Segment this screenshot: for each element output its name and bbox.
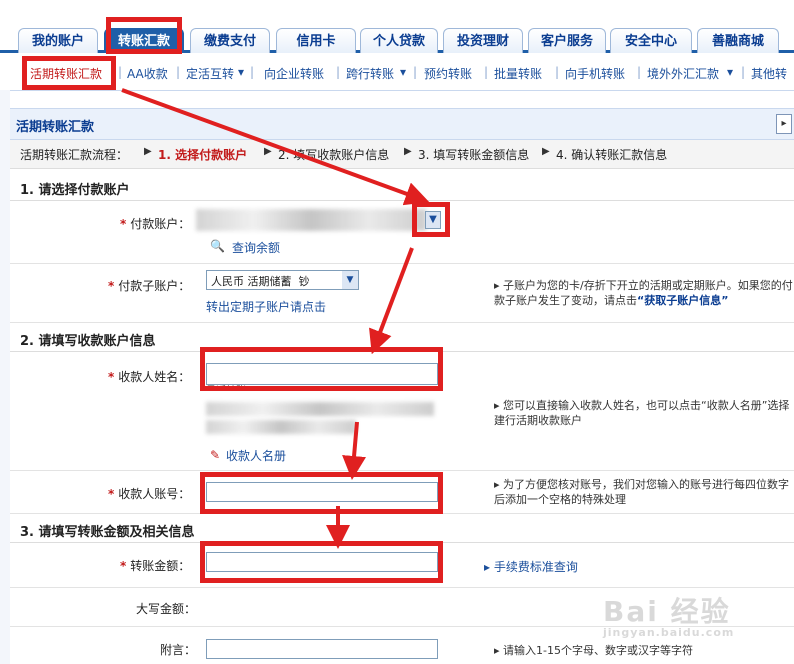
subnav-to-mobile[interactable]: 向手机转账: [565, 65, 625, 82]
section-pay-account: 1. 请选择付款账户: [10, 172, 794, 201]
hint-arrow-icon: ▸: [494, 399, 504, 412]
memo-input[interactable]: [206, 639, 438, 659]
flow-steps: 活期转账汇款流程： ▶ 1. 选择付款账户 ▶ 2. 填写收款账户信息 ▶ 3.…: [10, 140, 794, 169]
payee-hint: ▸ 您可以直接输入收款人姓名，也可以点击“收款人名册”选择建行活期收款账户: [494, 399, 790, 427]
account-hint: ▸ 为了方便您核对账号，我们对您输入的账号进行每四位数字后添加一个空格的特殊处理: [494, 478, 790, 506]
subnav-separator: |: [250, 65, 255, 79]
query-balance-link[interactable]: 查询余额: [232, 239, 280, 256]
watermark-sub: jingyan.baidu.com: [603, 626, 735, 639]
dropdown-caret-icon: ▾: [400, 65, 407, 79]
memo-hint: ▸ 请输入1-15个字母、数字或汉字等字符: [494, 644, 693, 657]
search-icon: 🔍: [210, 239, 225, 253]
memo-label: 附言：: [160, 643, 197, 657]
tab-security-center[interactable]: 安全中心: [610, 28, 692, 53]
section-heading: 3. 请填写转账金额及相关信息: [20, 525, 195, 540]
subnav-separator: |: [413, 65, 418, 79]
tab-personal-loan[interactable]: 个人贷款: [360, 28, 438, 53]
chevron-down-icon: ▼: [342, 271, 358, 289]
annotation-box-tab: [106, 17, 182, 54]
collapse-icon[interactable]: ▸: [776, 114, 792, 134]
subnav-separator: |: [118, 65, 123, 79]
subnav-separator: |: [336, 65, 341, 79]
subnav-interbank[interactable]: 跨行转账: [346, 65, 394, 82]
flow-arrow-icon: ▶: [144, 146, 152, 157]
dropdown-caret-icon: ▾: [727, 65, 734, 79]
subnav-aa-collect[interactable]: AA收款: [127, 65, 168, 82]
sub-account-hint: ▸ 子账户为您的卡/存折下开立的活期或定期账户。如果您的付款子账户发生了变动，请…: [494, 279, 793, 307]
tab-mall[interactable]: 善融商城: [697, 28, 779, 53]
subnav-batch[interactable]: 批量转账: [494, 65, 542, 82]
hint-arrow-icon: ▸: [484, 560, 494, 574]
annotation-box-payee-name: [200, 347, 443, 391]
page-title-bar: 活期转账汇款 ▸: [10, 108, 794, 140]
tab-customer-service[interactable]: 客户服务: [528, 28, 606, 53]
sub-account-value: 人民币 活期储蓄 钞: [211, 275, 310, 288]
subnav-fixed-current[interactable]: 定活互转: [186, 65, 234, 82]
subnav-other[interactable]: 其他转: [751, 65, 787, 82]
sub-account-select[interactable]: 人民币 活期储蓄 钞 ▼: [206, 270, 359, 290]
edit-icon: ✎: [210, 448, 221, 462]
subnav-separator: |: [484, 65, 489, 79]
subnav-overseas[interactable]: 境外外汇汇款: [647, 65, 719, 82]
get-sub-account-link[interactable]: “获取子账户信息”: [637, 294, 728, 307]
subnav-separator: |: [637, 65, 642, 79]
tab-my-account[interactable]: 我的账户: [18, 28, 98, 53]
capital-amount-label: 大写金额：: [136, 602, 197, 616]
redacted-recent-payee: [206, 402, 434, 416]
redacted-account: [196, 209, 426, 231]
dropdown-caret-icon: ▾: [238, 65, 245, 79]
flow-step-4: 4. 确认转账汇款信息: [556, 148, 668, 162]
subnav-separator: |: [176, 65, 181, 79]
subnav-to-enterprise[interactable]: 向企业转账: [264, 65, 324, 82]
left-rail: [0, 90, 10, 664]
annotation-box-payee-account: [200, 472, 443, 514]
tab-investment[interactable]: 投资理财: [443, 28, 523, 53]
payee-book-link[interactable]: 收款人名册: [226, 447, 286, 464]
pay-account-label: * 付款账户：: [120, 217, 191, 231]
annotation-box-amount: [200, 541, 443, 583]
flow-arrow-icon: ▶: [404, 146, 412, 157]
sub-account-label: * 付款子账户：: [108, 279, 191, 293]
flow-arrow-icon: ▶: [264, 146, 272, 157]
redacted-recent-payee: [206, 420, 356, 434]
page-title: 活期转账汇款: [16, 120, 95, 135]
flow-step-2: 2. 填写收款账户信息: [278, 148, 390, 162]
hint-arrow-icon: ▸: [494, 279, 504, 292]
annotation-box-subnav: [22, 56, 116, 90]
sub-nav: 活期转账汇款 | AA收款 | 定活互转 ▾ | 向企业转账 | 跨行转账 ▾ …: [0, 56, 794, 91]
annotation-box-dropdown: [412, 202, 450, 237]
subnav-separator: |: [555, 65, 560, 79]
tab-payment[interactable]: 缴费支付: [190, 28, 270, 53]
fixed-sub-account-link[interactable]: 转出定期子账户请点击: [206, 298, 326, 315]
tab-credit-card[interactable]: 信用卡: [276, 28, 356, 53]
subnav-scheduled[interactable]: 预约转账: [424, 65, 472, 82]
hint-arrow-icon: ▸: [494, 644, 504, 657]
flow-step-1: 1. 选择付款账户: [158, 148, 248, 162]
flow-label: 活期转账汇款流程：: [20, 148, 129, 162]
amount-label: * 转账金额：: [120, 559, 191, 573]
payee-account-label: * 收款人账号：: [108, 487, 191, 501]
subnav-separator: |: [741, 65, 746, 79]
flow-step-3: 3. 填写转账金额信息: [418, 148, 530, 162]
row-sub-account: * 付款子账户： 人民币 活期储蓄 钞 ▼ 转出定期子账户请点击 ▸ 子账户为您的…: [10, 264, 794, 323]
section-amount: 3. 请填写转账金额及相关信息: [10, 514, 794, 543]
hint-arrow-icon: ▸: [494, 478, 504, 491]
section-heading: 2. 请填写收款账户信息: [20, 334, 156, 349]
payee-name-label: * 收款人姓名：: [108, 370, 191, 384]
flow-arrow-icon: ▶: [542, 146, 550, 157]
section-heading: 1. 请选择付款账户: [20, 183, 130, 198]
watermark-main: Bai 经验: [603, 595, 731, 628]
fee-standard-link[interactable]: ▸ 手续费标准查询: [484, 558, 578, 575]
baidu-watermark: Bai 经验 jingyan.baidu.com: [603, 590, 734, 639]
row-pay-account: * 付款账户： ▼ 🔍 查询余额: [10, 201, 794, 264]
